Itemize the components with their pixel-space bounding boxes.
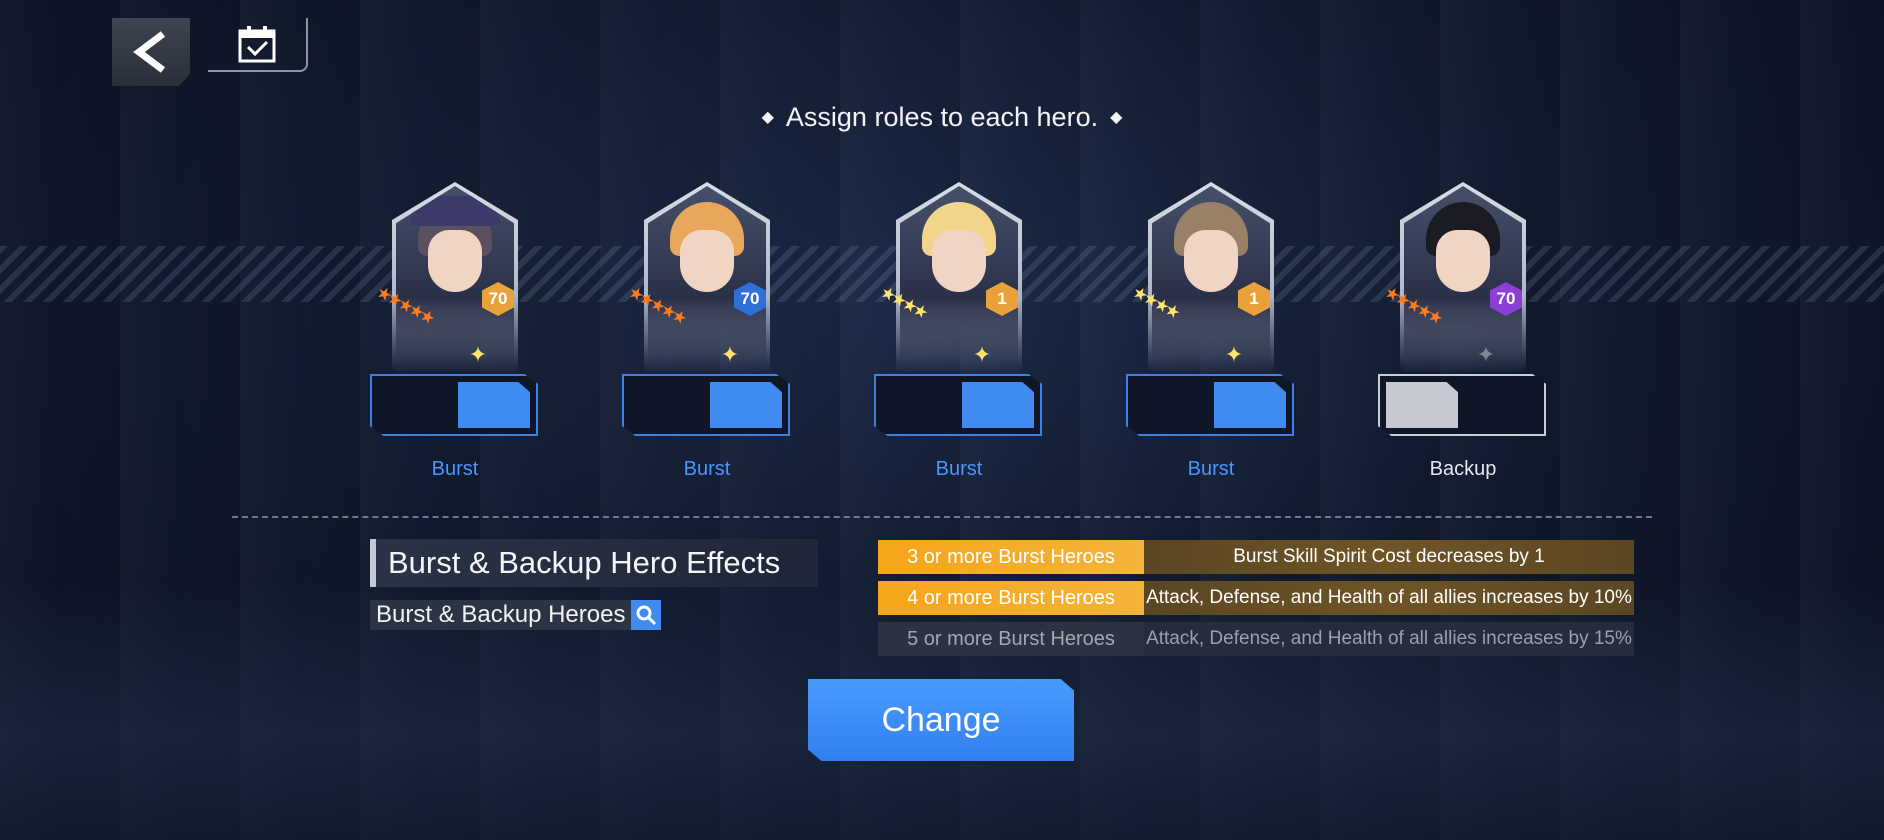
effect-row: 3 or more Burst Heroes Burst Skill Spirit… bbox=[878, 540, 1634, 574]
hero-face bbox=[932, 230, 986, 292]
toggle-knob[interactable] bbox=[962, 382, 1034, 428]
effect-description: Attack, Defense, and Health of all allie… bbox=[1144, 581, 1634, 615]
heroes-link-label: Burst & Backup Heroes bbox=[376, 601, 626, 628]
portrait-image bbox=[648, 186, 766, 372]
effects-title: Burst & Backup Hero Effects bbox=[370, 539, 818, 587]
hero-face bbox=[428, 230, 482, 292]
hero-portrait[interactable]: ★★★★★ 70 ✦ bbox=[625, 182, 770, 372]
role-label: Burst bbox=[431, 458, 479, 480]
role-toggle[interactable] bbox=[1126, 374, 1294, 436]
sparkle-icon: ✦ bbox=[1476, 342, 1496, 367]
role-label: Burst bbox=[935, 458, 983, 480]
hero-face bbox=[680, 230, 734, 292]
role-label: Burst bbox=[683, 458, 731, 480]
hero-portrait[interactable]: ★★★★★ 70 ✦ bbox=[1381, 182, 1526, 372]
sparkle-icon: ✦ bbox=[1224, 342, 1244, 367]
hero-portrait[interactable]: ★★★★★ 70 ✦ bbox=[373, 182, 518, 372]
portrait-image bbox=[1404, 186, 1522, 372]
hero-face bbox=[1436, 230, 1490, 292]
effect-condition: 3 or more Burst Heroes bbox=[878, 540, 1144, 574]
diamond-icon: ◆ bbox=[1110, 109, 1123, 126]
effect-description: Burst Skill Spirit Cost decreases by 1 bbox=[1144, 540, 1634, 574]
change-button[interactable]: Change bbox=[808, 679, 1074, 761]
toggle-knob[interactable] bbox=[458, 382, 530, 428]
effect-condition: 4 or more Burst Heroes bbox=[878, 581, 1144, 615]
effect-description: Attack, Defense, and Health of all allie… bbox=[1144, 622, 1634, 656]
sparkle-icon: ✦ bbox=[972, 342, 992, 367]
hero-portrait[interactable]: ★★★★ 1 ✦ bbox=[1129, 182, 1274, 372]
hero-portrait[interactable]: ★★★★ 1 ✦ bbox=[877, 182, 1022, 372]
calendar-check-icon bbox=[238, 26, 276, 63]
instruction-text: ◆ Assign roles to each hero. ◆ bbox=[0, 102, 1884, 133]
effect-row: 4 or more Burst Heroes Attack, Defense, a… bbox=[878, 581, 1634, 615]
burst-backup-heroes-link[interactable]: Burst & Backup Heroes bbox=[370, 600, 662, 630]
toggle-knob[interactable] bbox=[1214, 382, 1286, 428]
role-toggle[interactable] bbox=[1378, 374, 1546, 436]
role-toggle[interactable] bbox=[370, 374, 538, 436]
role-label: Burst bbox=[1187, 458, 1235, 480]
role-label: Backup bbox=[1429, 458, 1497, 480]
hero-face bbox=[1184, 230, 1238, 292]
back-button[interactable] bbox=[112, 18, 190, 86]
hero-hat bbox=[410, 196, 500, 226]
portrait-image bbox=[396, 186, 514, 372]
section-divider bbox=[232, 516, 1652, 518]
calendar-button[interactable] bbox=[208, 18, 308, 72]
sparkle-icon: ✦ bbox=[720, 342, 740, 367]
search-icon bbox=[636, 605, 657, 626]
toggle-knob[interactable] bbox=[1386, 382, 1458, 428]
effect-condition: 5 or more Burst Heroes bbox=[878, 622, 1144, 656]
role-toggle[interactable] bbox=[622, 374, 790, 436]
portrait-image bbox=[1152, 186, 1270, 372]
search-button[interactable] bbox=[631, 600, 662, 630]
role-toggle[interactable] bbox=[874, 374, 1042, 436]
portrait-image bbox=[900, 186, 1018, 372]
effect-row: 5 or more Burst Heroes Attack, Defense, a… bbox=[878, 622, 1634, 656]
instruction-label: Assign roles to each hero. bbox=[785, 102, 1099, 132]
toggle-knob[interactable] bbox=[710, 382, 782, 428]
back-arrow-icon bbox=[133, 31, 166, 73]
diamond-icon: ◆ bbox=[761, 109, 774, 126]
sparkle-icon: ✦ bbox=[468, 342, 488, 367]
